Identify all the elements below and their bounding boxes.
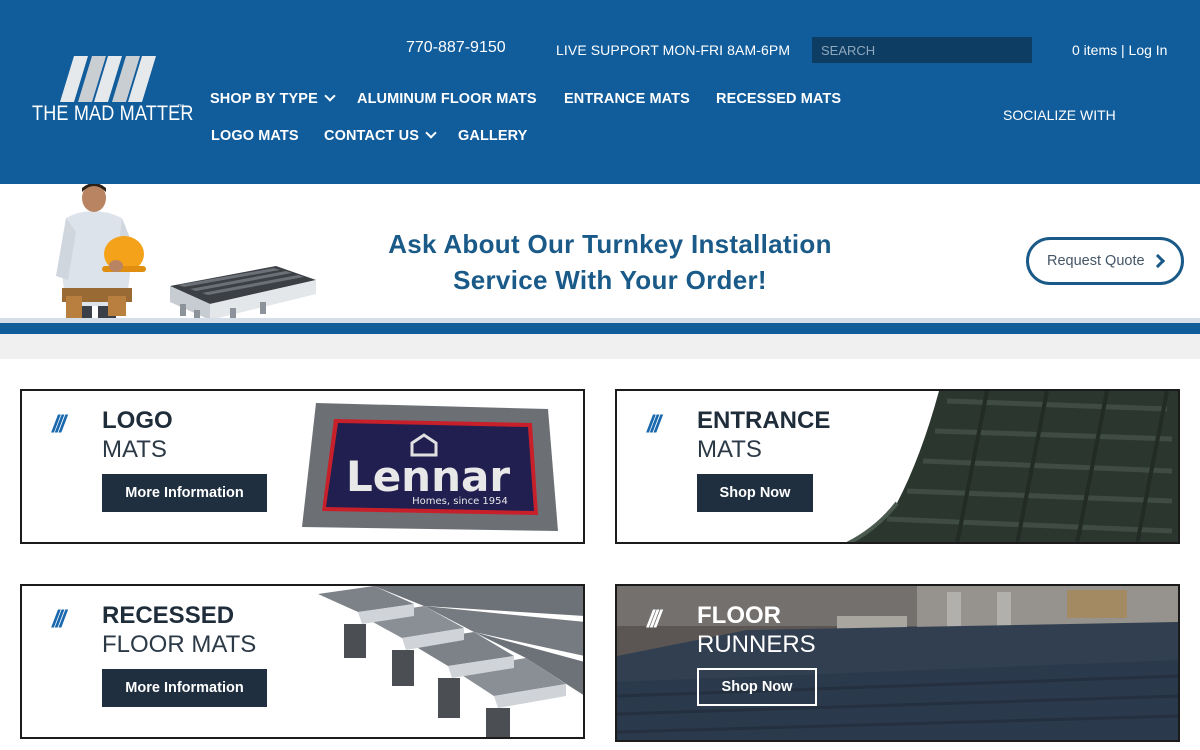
request-quote-button[interactable]: Request Quote xyxy=(1026,237,1184,285)
accent-slashes: /// xyxy=(647,606,661,633)
accent-slashes: /// xyxy=(647,411,661,438)
chevron-down-icon xyxy=(324,90,336,102)
chevron-right-icon xyxy=(1150,253,1166,269)
nav-shop-by-type[interactable]: SHOP BY TYPE xyxy=(210,90,336,107)
nav-entrance-mats[interactable]: ENTRANCE MATS xyxy=(564,91,690,107)
site-header: THE MAD MATTER ™ 770-887-9150 LIVE SUPPO… xyxy=(0,0,1200,184)
support-hours: LIVE SUPPORT MON-FRI 8AM-6PM xyxy=(556,42,791,58)
nav-logo-mats[interactable]: LOGO MATS xyxy=(211,128,299,144)
entrance-mat-image xyxy=(847,391,1178,542)
more-information-button[interactable]: More Information xyxy=(102,669,267,707)
mat-logo-text: Lennar xyxy=(346,452,510,501)
account-separator: | xyxy=(1117,42,1129,58)
site-logo[interactable]: THE MAD MATTER ™ xyxy=(30,56,193,130)
shop-now-button[interactable]: Shop Now xyxy=(697,474,813,512)
logo-mark-icon xyxy=(60,56,156,102)
phone-number[interactable]: 770-887-9150 xyxy=(406,39,506,57)
card-subtitle: MATS xyxy=(697,436,762,463)
card-title: LOGO xyxy=(102,407,173,434)
card-subtitle: FLOOR MATS xyxy=(102,631,257,658)
banner-headline: Ask About Our Turnkey Installation Servi… xyxy=(340,226,880,298)
banner-divider xyxy=(0,323,1200,334)
cart-items-link[interactable]: 0 items xyxy=(1072,42,1117,58)
account-links: 0 items | Log In xyxy=(1072,42,1167,58)
section-spacer xyxy=(0,334,1200,359)
logo-mat-image: Lennar Homes, since 1954 xyxy=(302,403,558,531)
category-card-floor-runners[interactable]: /// FLOOR RUNNERS Shop Now xyxy=(615,584,1180,742)
request-quote-label: Request Quote xyxy=(1047,253,1145,269)
card-subtitle: MATS xyxy=(102,436,167,463)
card-subtitle: RUNNERS xyxy=(697,631,816,658)
category-card-recessed-floor-mats[interactable]: /// RECESSED FLOOR MATS More Information xyxy=(20,584,585,739)
category-card-logo-mats[interactable]: Lennar Homes, since 1954 /// LOGO MATS M… xyxy=(20,389,585,544)
promo-banner: Ask About Our Turnkey Installation Servi… xyxy=(0,184,1200,334)
accent-slashes: /// xyxy=(52,411,66,438)
category-card-entrance-mats[interactable]: /// ENTRANCE MATS Shop Now xyxy=(615,389,1180,544)
nav-contact-us[interactable]: CONTACT US xyxy=(324,127,437,144)
installer-worker-image xyxy=(56,184,146,334)
mat-logo-subtext: Homes, since 1954 xyxy=(412,496,508,507)
search-input[interactable] xyxy=(812,37,1032,63)
shop-now-button[interactable]: Shop Now xyxy=(697,668,817,706)
accent-slashes: /// xyxy=(52,606,66,633)
aluminum-grate-image xyxy=(170,266,316,322)
more-information-button[interactable]: More Information xyxy=(102,474,267,512)
nav-label: CONTACT US xyxy=(324,128,419,144)
login-link[interactable]: Log In xyxy=(1129,42,1168,58)
nav-label: SHOP BY TYPE xyxy=(210,91,318,107)
banner-line-2: Service With Your Order! xyxy=(453,265,767,295)
banner-line-1: Ask About Our Turnkey Installation xyxy=(388,229,832,259)
card-title: RECESSED xyxy=(102,602,235,629)
nav-gallery[interactable]: GALLERY xyxy=(458,128,527,144)
nav-recessed-mats[interactable]: RECESSED MATS xyxy=(716,91,841,107)
socialize-label: SOCIALIZE WITH xyxy=(1003,107,1116,123)
nav-aluminum-floor-mats[interactable]: ALUMINUM FLOOR MATS xyxy=(357,91,537,107)
chevron-down-icon xyxy=(425,127,437,139)
recessed-mat-image xyxy=(318,586,583,737)
card-title: FLOOR xyxy=(697,602,781,629)
card-title: ENTRANCE xyxy=(697,407,831,434)
logo-trademark: ™ xyxy=(177,104,184,111)
logo-text: THE MAD MATTER xyxy=(32,102,194,125)
